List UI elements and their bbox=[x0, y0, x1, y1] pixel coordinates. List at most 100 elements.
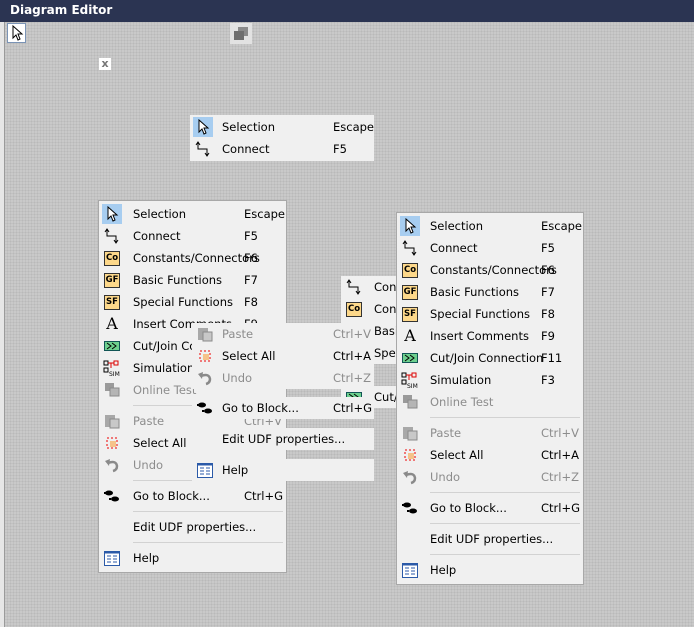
menu-item-shortcut: Ctrl+Z bbox=[333, 371, 371, 385]
menu-item-label: Selection bbox=[430, 219, 483, 233]
menu-item-basic-functions[interactable]: GF Basic Functions F7 bbox=[99, 269, 286, 291]
menu-item-shortcut: F11 bbox=[541, 351, 563, 365]
menu-separator bbox=[397, 413, 583, 422]
menu-item-constants-connectors[interactable]: Co Constants/Connectors bbox=[341, 298, 396, 320]
menu-item-label: Special Functions bbox=[430, 307, 530, 321]
menu-item-label: Basic Functions bbox=[374, 324, 396, 338]
svg-text:SIM: SIM bbox=[407, 383, 418, 389]
undo-icon bbox=[400, 467, 420, 487]
menu-item-online-test: Online Test bbox=[397, 391, 583, 413]
menu-item-label: Connect bbox=[374, 280, 396, 294]
menu-separator bbox=[99, 538, 286, 547]
gf-icon: GF bbox=[102, 270, 122, 290]
menu-item-shortcut: Ctrl+V bbox=[541, 426, 579, 440]
menu-item-label: Select All bbox=[222, 349, 276, 363]
selection-tool-button[interactable] bbox=[7, 23, 26, 43]
menu-item-shortcut: F8 bbox=[541, 307, 555, 321]
menu-item-label: Selection bbox=[133, 207, 186, 221]
connect-icon bbox=[102, 226, 122, 246]
menu-item-label: Undo bbox=[430, 470, 461, 484]
connect-icon bbox=[193, 139, 213, 159]
menu-item-help[interactable]: Help bbox=[192, 459, 374, 481]
co-icon: Co bbox=[344, 299, 364, 319]
help-icon bbox=[195, 460, 215, 480]
simulation-icon: SIM bbox=[400, 370, 420, 390]
context-menu-right: Selection Escape Connect F5 Co Constants/Conn… bbox=[396, 212, 584, 585]
select-all-icon bbox=[195, 346, 215, 366]
text-icon: A bbox=[106, 314, 118, 333]
menu-item-select-all[interactable]: Select All Ctrl+A bbox=[192, 345, 374, 367]
badge-text: Co bbox=[346, 301, 362, 317]
badge-text: SF bbox=[104, 294, 120, 310]
text-icon: A bbox=[404, 326, 416, 345]
menu-item-connect[interactable]: Connect F5 bbox=[99, 225, 286, 247]
menu-item-label: Special Functions bbox=[133, 295, 233, 309]
pointer-icon bbox=[193, 117, 213, 137]
menu-item-label: Constants/Connectors bbox=[133, 251, 260, 265]
menu-separator bbox=[99, 507, 286, 516]
menu-item-label: Go to Block... bbox=[222, 401, 299, 415]
menu-item-help[interactable]: Help bbox=[99, 547, 286, 569]
menu-item-simulation[interactable]: SIM Simulation F3 bbox=[397, 369, 583, 391]
paste-icon bbox=[102, 411, 122, 431]
menu-item-selection[interactable]: Selection Escape bbox=[99, 203, 286, 225]
menu-item-label: Help bbox=[133, 551, 160, 565]
menu-item-shortcut: F5 bbox=[333, 142, 347, 156]
sf-icon: SF bbox=[102, 292, 122, 312]
menu-item-constants-connectors[interactable]: Co Constants/Connectors F6 bbox=[99, 247, 286, 269]
menu-item-edit-udf-properties[interactable]: Edit UDF properties... bbox=[397, 528, 583, 550]
overlap-windows-button[interactable] bbox=[230, 23, 252, 44]
menu-item-label: Cut/Join Connection bbox=[430, 351, 544, 365]
menu-item-label: Select All bbox=[430, 448, 484, 462]
menu-item-shortcut: Escape bbox=[244, 207, 286, 221]
go-to-block-icon bbox=[400, 498, 420, 518]
badge-text: Co bbox=[104, 250, 120, 266]
menu-item-edit-udf-properties[interactable]: Edit UDF properties... bbox=[99, 516, 286, 538]
menu-item-basic-functions[interactable]: GF Basic Functions F7 bbox=[397, 281, 583, 303]
menu-item-label: Constants/Connectors bbox=[374, 302, 396, 316]
menu-item-constants-connectors[interactable]: Co Constants/Connectors F6 bbox=[397, 259, 583, 281]
menu-item-selection[interactable]: Selection Escape bbox=[397, 215, 583, 237]
menu-item-connect[interactable]: Connect F5 bbox=[190, 138, 374, 160]
menu-item-shortcut: F5 bbox=[541, 241, 555, 255]
menu-item-label: Edit UDF properties... bbox=[133, 520, 257, 534]
svg-text:SIM: SIM bbox=[109, 371, 120, 377]
menu-item-insert-comments[interactable]: A Insert Comments F9 bbox=[397, 325, 583, 347]
menu-item-connect[interactable]: Connect bbox=[341, 276, 396, 298]
menu-item-special-functions[interactable]: SF Special Functions F8 bbox=[99, 291, 286, 313]
menu-item-shortcut: Ctrl+G bbox=[244, 489, 284, 503]
menu-item-label: Select All bbox=[133, 436, 187, 450]
close-button[interactable]: x bbox=[99, 58, 111, 70]
menu-item-shortcut: F6 bbox=[541, 263, 555, 277]
menu-item-shortcut: F3 bbox=[541, 373, 555, 387]
menu-item-go-to-block[interactable]: Go to Block... Ctrl+G bbox=[397, 497, 583, 519]
menu-item-label: Constants/Connectors bbox=[430, 263, 557, 277]
select-all-icon bbox=[102, 433, 122, 453]
menu-item-select-all[interactable]: Select All Ctrl+A bbox=[397, 444, 583, 466]
left-edge bbox=[0, 22, 5, 627]
menu-item-shortcut: Escape bbox=[333, 120, 375, 134]
menu-item-shortcut: F5 bbox=[244, 229, 258, 243]
menu-item-connect[interactable]: Connect F5 bbox=[397, 237, 583, 259]
menu-item-edit-udf-properties[interactable]: Edit UDF properties... bbox=[215, 428, 374, 450]
menu-item-label: Basic Functions bbox=[430, 285, 520, 299]
go-to-block-icon bbox=[195, 398, 215, 418]
go-to-block-icon bbox=[102, 486, 122, 506]
menu-item-label: Online Test bbox=[430, 395, 494, 409]
menu-item-help[interactable]: Help bbox=[397, 559, 583, 581]
menu-item-go-to-block[interactable]: Go to Block... Ctrl+G bbox=[192, 397, 374, 419]
context-menu-floating: Paste Ctrl+V Select All Ctrl+A Undo Ctrl+Z Go … bbox=[192, 323, 374, 483]
online-test-icon bbox=[400, 392, 420, 412]
paste-icon bbox=[400, 423, 420, 443]
menu-item-undo: Undo Ctrl+Z bbox=[192, 367, 374, 389]
menu-item-undo: Undo Ctrl+Z bbox=[397, 466, 583, 488]
menu-item-cut-join-connection[interactable]: Cut/Join ConnectionF11 bbox=[397, 347, 583, 369]
menu-item-special-functions[interactable]: SF Special Functions F8 bbox=[397, 303, 583, 325]
menu-item-shortcut: F6 bbox=[244, 251, 258, 265]
menu-item-selection[interactable]: Selection Escape bbox=[190, 116, 374, 138]
menu-item-shortcut: F9 bbox=[541, 329, 555, 343]
menu-item-label: Special Functions bbox=[374, 346, 396, 360]
menu-item-label: Selection bbox=[222, 120, 275, 134]
menu-item-label: Help bbox=[430, 563, 457, 577]
menu-item-go-to-block[interactable]: Go to Block... Ctrl+G bbox=[99, 485, 286, 507]
